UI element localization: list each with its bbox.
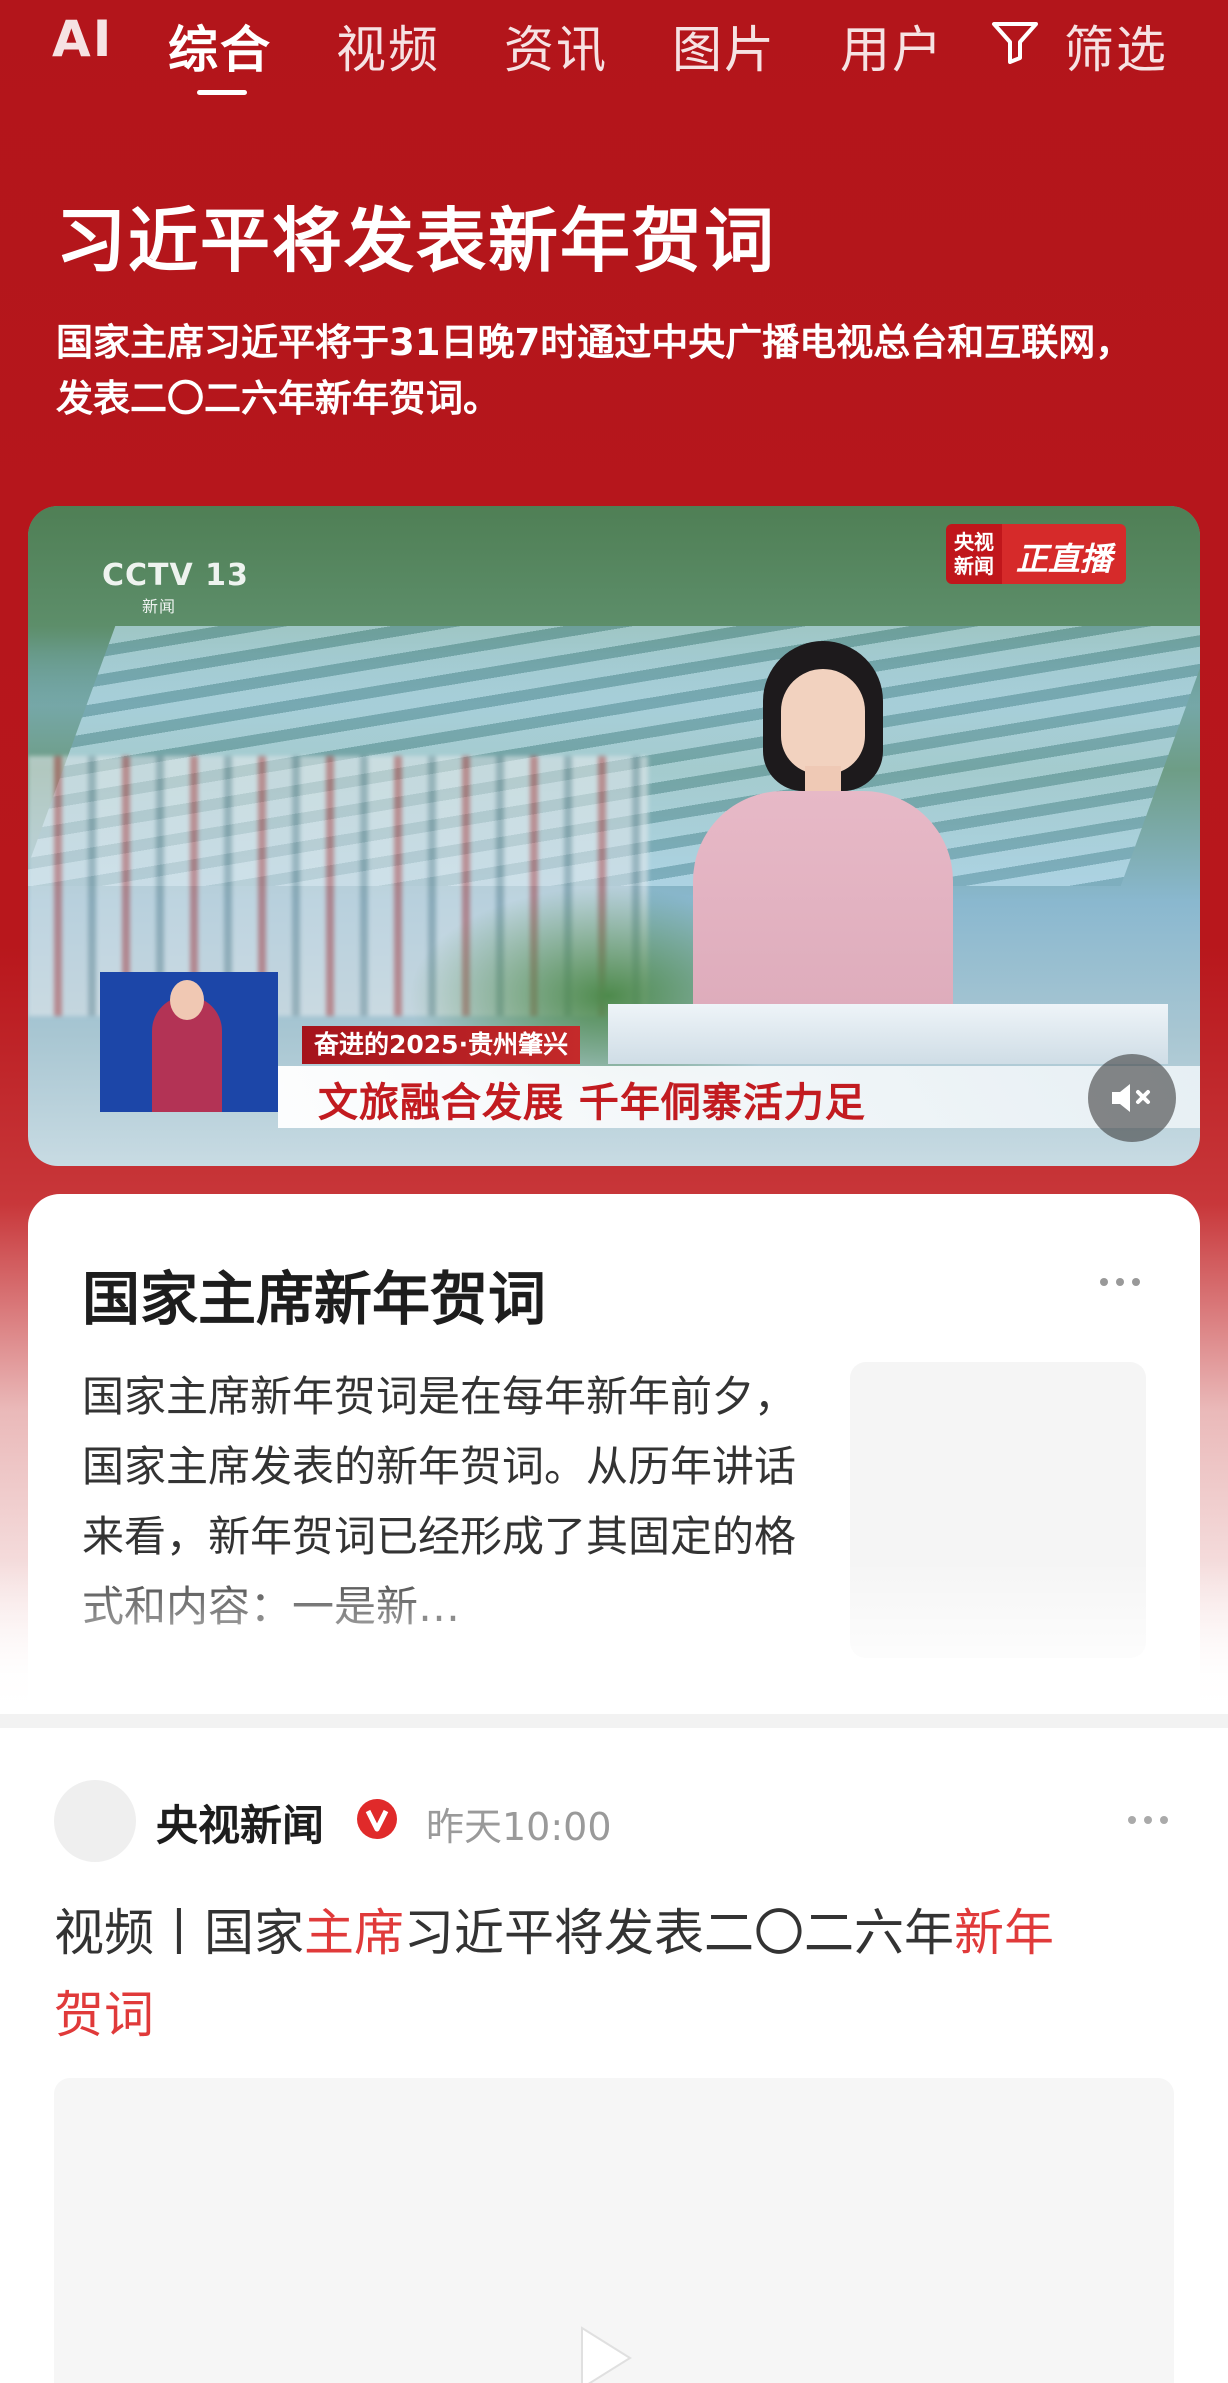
title-highlight: 贺词 xyxy=(54,1986,154,2044)
cctv-logo: CCTV 13 新闻 xyxy=(102,558,249,616)
tab-users[interactable]: 用户 xyxy=(840,10,944,82)
title-highlight: 主席 xyxy=(304,1904,404,1962)
post-time: 昨天10:00 xyxy=(426,1805,612,1849)
lower-third-headline: 文旅融合发展 千年侗寨活力足 xyxy=(318,1080,866,1126)
title-highlight: 新年 xyxy=(954,1904,1054,1962)
tab-video[interactable]: 视频 xyxy=(336,10,440,82)
lower-third-tag: 奋进的2025·贵州肇兴 xyxy=(302,1026,581,1064)
tab-ai[interactable]: AI xyxy=(52,10,113,68)
news-anchor-figure xyxy=(693,641,953,1061)
tab-news[interactable]: 资讯 xyxy=(504,10,608,82)
lower-third-caption: 奋进的2025·贵州肇兴 文旅融合发展 千年侗寨活力足 xyxy=(278,1026,1200,1166)
encyclopedia-title[interactable]: 国家主席新年贺词 xyxy=(82,1252,546,1336)
live-video-player[interactable]: CCTV 13 新闻 央视新闻 正直播 奋进的2025·贵州肇兴 文旅融合发展 … xyxy=(28,506,1200,1166)
more-options-icon[interactable] xyxy=(1126,1814,1170,1826)
sign-language-inset xyxy=(100,972,278,1112)
filter-icon[interactable] xyxy=(990,18,1040,64)
mute-toggle-button[interactable] xyxy=(1088,1054,1176,1142)
title-part: 视频丨国家 xyxy=(54,1904,304,1962)
live-badge-label: 正直播 xyxy=(1002,524,1127,584)
section-divider xyxy=(0,1714,1228,1728)
hero-description: 国家主席习近平将于31日晚7时通过中央广播电视总台和互联网，发表二〇二六年新年贺… xyxy=(56,321,1133,420)
source-avatar[interactable] xyxy=(54,1780,136,1862)
live-badge-source: 央视新闻 xyxy=(946,524,1002,584)
top-nav: AI 综合 视频 资讯 图片 用户 筛选 xyxy=(0,0,1228,100)
hero-title[interactable]: 习近平将发表新年贺词 xyxy=(56,185,776,286)
source-name[interactable]: 央视新闻 xyxy=(156,1792,324,1853)
live-badge: 央视新闻 正直播 xyxy=(946,524,1127,584)
play-icon[interactable] xyxy=(560,2318,640,2383)
more-options-icon[interactable] xyxy=(1098,1276,1142,1288)
tab-images[interactable]: 图片 xyxy=(672,10,776,82)
tab-comprehensive[interactable]: 综合 xyxy=(168,10,272,82)
verified-v-icon xyxy=(357,1799,397,1839)
speaker-muted-icon xyxy=(1112,1084,1150,1112)
active-tab-indicator xyxy=(197,90,247,95)
filter-button[interactable]: 筛选 xyxy=(1064,10,1168,82)
feed-item-title[interactable]: 视频丨国家主席习近平将发表二〇二六年新年贺词 xyxy=(54,1892,1184,2056)
fade-overlay xyxy=(0,1560,1228,1720)
title-part: 习近平将发表二〇二六年 xyxy=(404,1904,954,1962)
